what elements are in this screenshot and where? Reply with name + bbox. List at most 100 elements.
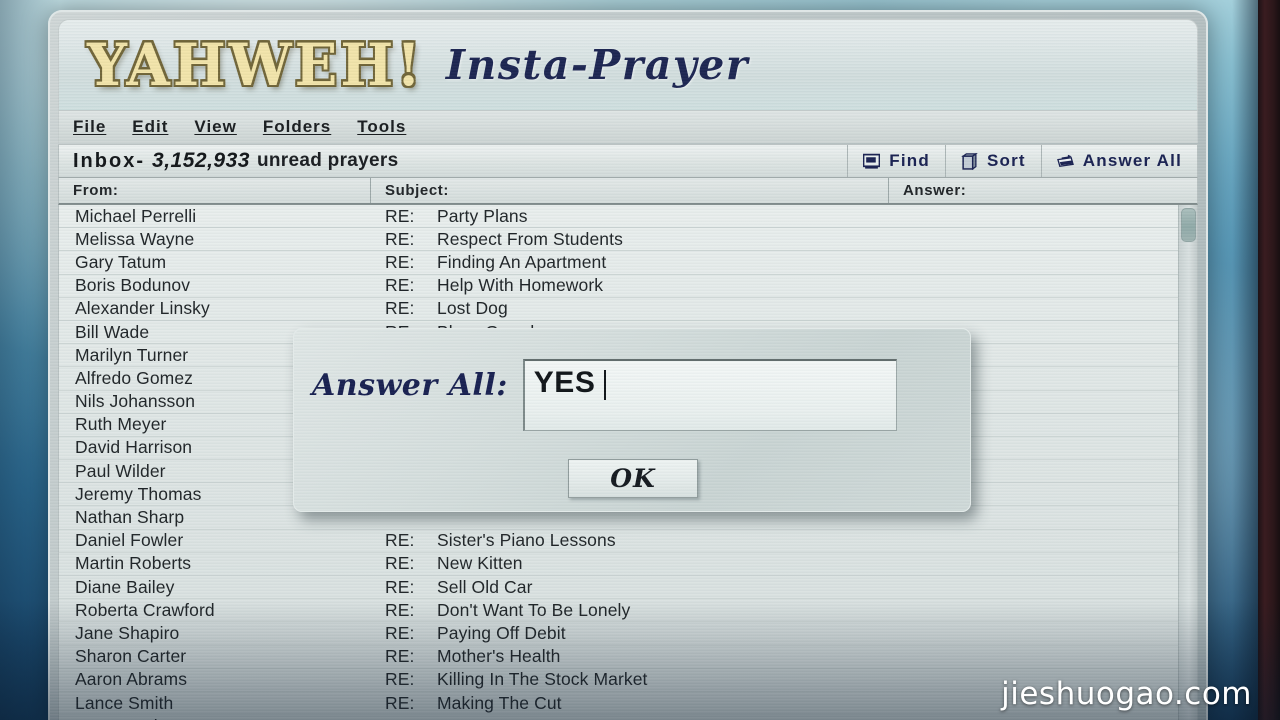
- row-subject: RE: Party Plans: [371, 206, 889, 227]
- menu-bar: File Edit View Folders Tools: [58, 111, 1198, 143]
- row-subject-text: Sister's Piano Lessons: [437, 530, 616, 551]
- answer-input-value: YES: [533, 366, 596, 399]
- table-row[interactable]: Sharon Carter RE: Mother's Health: [59, 646, 1197, 669]
- row-subject-prefix: RE:: [385, 716, 437, 720]
- row-subject-text: Paying Off Debit: [437, 622, 566, 643]
- right-frame-glow: [1232, 0, 1258, 720]
- row-subject-prefix: RE:: [385, 692, 415, 713]
- app-logo: YAHWEH!: [87, 30, 424, 100]
- row-from: Alexander Linsky: [75, 298, 210, 319]
- table-row[interactable]: Martin Roberts RE: New Kitten: [59, 553, 1197, 576]
- dialog-label: Answer All:: [312, 368, 508, 403]
- row-subject-text: Don't Want To Be Lonely: [437, 599, 631, 620]
- row-subject-text: Respect From Students: [437, 228, 623, 249]
- menu-item-view[interactable]: View: [194, 117, 236, 137]
- table-row[interactable]: Daniel Fowler RE: Sister's Piano Lessons: [59, 530, 1197, 553]
- row-from: Aaron Abrams: [75, 669, 188, 690]
- list-scrollbar[interactable]: [1178, 205, 1197, 720]
- table-row[interactable]: Gary Tatum RE: Finding An Apartment: [59, 251, 1197, 275]
- menu-item-file[interactable]: File: [73, 117, 106, 137]
- dialog-content-row: Answer All: YES: [294, 329, 970, 431]
- row-subject-prefix: RE:: [385, 530, 415, 551]
- row-subject: RE: New Kitten: [371, 553, 889, 574]
- menu-item-folders[interactable]: Folders: [263, 117, 331, 137]
- row-subject: RE: Help With Homework: [371, 275, 889, 296]
- row-from: Melissa Wayne: [75, 228, 195, 249]
- table-row[interactable]: Jane Shapiro RE: Paying Off Debit: [59, 622, 1197, 646]
- row-subject-prefix: RE:: [385, 298, 415, 319]
- screen: YAHWEH! Insta-Prayer File Edit View Fold…: [0, 0, 1280, 720]
- table-row[interactable]: Roberta Crawford RE: Don't Want To Be Lone…: [59, 599, 1197, 623]
- answer-input[interactable]: YES: [522, 359, 897, 431]
- app-banner: YAHWEH! Insta-Prayer: [58, 19, 1198, 111]
- row-from: Daniel Fowler: [75, 530, 184, 551]
- row-subject-prefix: RE:: [385, 251, 415, 272]
- row-from: Lance Smith: [75, 692, 174, 713]
- inbox-label: Inbox: [73, 149, 137, 172]
- find-button[interactable]: Find: [847, 145, 945, 177]
- sort-box-icon: [961, 152, 978, 170]
- unread-suffix: unread prayers: [256, 150, 399, 171]
- row-subject: RE: Sell Old Car: [371, 577, 889, 598]
- row-subject: RE: Don't Want To Be Lonely: [371, 600, 889, 621]
- scrollbar-thumb[interactable]: [1181, 208, 1196, 242]
- sort-button-label: Sort: [986, 151, 1026, 170]
- answer-all-button-label: Answer All: [1082, 151, 1182, 170]
- row-subject-prefix: RE:: [385, 275, 415, 296]
- table-row[interactable]: Michael Perrelli RE: Party Plans: [59, 205, 1197, 229]
- row-from: Gary Tatum: [75, 251, 167, 272]
- row-subject-text: Help With Homework: [437, 275, 604, 296]
- column-header-row: From: Subject: Answer:: [58, 178, 1198, 205]
- row-subject-prefix: RE:: [385, 205, 415, 226]
- unread-count: 3,152,933: [152, 149, 250, 172]
- answer-all-envelope-icon: [1056, 153, 1074, 170]
- row-subject: RE: Finding An Apartment: [371, 252, 889, 273]
- row-subject-text: Finding An Apartment: [437, 251, 607, 272]
- row-subject-text: Killing In The Stock Market: [437, 669, 648, 690]
- row-subject-text: Making The Cut: [437, 692, 562, 713]
- row-subject: RE: Killing In The Stock Market: [371, 669, 889, 690]
- find-button-label: Find: [889, 151, 930, 170]
- row-subject-text: Party Plans: [437, 205, 528, 226]
- row-from: Jane Shapiro: [75, 622, 180, 643]
- row-subject: RE: Making The Cut: [371, 693, 889, 714]
- row-from: Diane Bailey: [75, 576, 175, 597]
- find-monitor-icon: [863, 153, 881, 170]
- ok-button[interactable]: OK: [568, 459, 698, 498]
- row-subject: RE: Paying Off Debit: [371, 623, 889, 644]
- watermark: jieshuogao.com: [1001, 676, 1252, 712]
- answer-all-dialog: Answer All: YES OK: [293, 328, 971, 512]
- row-subject-prefix: RE:: [385, 228, 415, 249]
- row-subject-prefix: RE:: [385, 622, 415, 643]
- row-subject-prefix: RE:: [385, 576, 415, 597]
- table-row[interactable]: Perry Davis RE:Soccer Tryouts: [59, 715, 1197, 720]
- answer-all-button[interactable]: Answer All: [1040, 145, 1197, 177]
- table-row[interactable]: Alexander Linsky RE: Lost Dog: [59, 298, 1197, 321]
- menu-item-tools[interactable]: Tools: [357, 117, 406, 137]
- monitor-frame-edge: [1258, 0, 1280, 720]
- app-subtitle: Insta-Prayer: [445, 41, 749, 89]
- row-subject-text: New Kitten: [437, 553, 523, 574]
- table-row[interactable]: Melissa Wayne RE: Respect From Students: [59, 228, 1197, 252]
- column-header-from[interactable]: From:: [59, 178, 371, 203]
- row-subject: RE: Respect From Students: [371, 229, 889, 250]
- row-from: Perry Davis: [59, 716, 371, 720]
- table-row[interactable]: Boris Bodunov RE: Help With Homework: [59, 275, 1197, 298]
- row-subject-text: Lost Dog: [437, 298, 508, 319]
- inbox-toolbar: Inbox - 3,152,933 unread prayers Find So…: [58, 144, 1198, 178]
- row-subject: RE: Mother's Health: [371, 646, 889, 667]
- sort-button[interactable]: Sort: [944, 145, 1041, 177]
- menu-item-edit[interactable]: Edit: [132, 117, 168, 137]
- inbox-separator: -: [136, 149, 146, 172]
- column-header-answer[interactable]: Answer:: [889, 178, 1197, 203]
- row-subject-prefix: RE:: [385, 669, 415, 690]
- row-from: Michael Perrelli: [75, 205, 197, 226]
- table-row[interactable]: Diane Bailey RE: Sell Old Car: [59, 576, 1197, 600]
- text-cursor-icon: [604, 370, 607, 400]
- row-subject-text: Mother's Health: [437, 646, 561, 667]
- row-from: Boris Bodunov: [75, 275, 191, 296]
- column-header-subject[interactable]: Subject:: [371, 178, 889, 203]
- inbox-status: Inbox - 3,152,933 unread prayers: [59, 145, 847, 177]
- row-subject-text: Soccer Tryouts: [437, 716, 555, 720]
- row-from: Sharon Carter: [75, 646, 187, 667]
